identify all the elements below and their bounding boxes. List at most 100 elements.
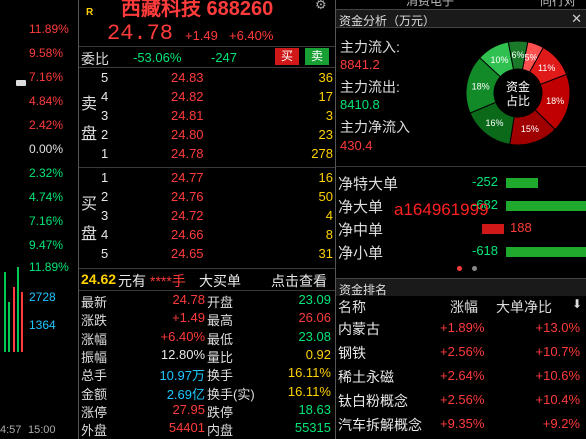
ranking-row[interactable]: 钛白粉概念 +2.56% +10.4% <box>336 390 586 412</box>
stat-label: 总手 <box>81 368 108 384</box>
ask-row[interactable]: 5 24.83 36 <box>99 70 335 89</box>
level-price: 24.66 <box>171 227 204 242</box>
level: 3 <box>101 208 109 223</box>
bid-row[interactable]: 3 24.72 4 <box>99 208 335 227</box>
ranking-row[interactable]: 稀土永磁 +2.64% +10.6% <box>336 366 586 388</box>
col-net[interactable]: 大单净比 <box>496 297 552 317</box>
stat-row: 涨停 27.95 跌停 18.63 <box>81 402 335 420</box>
ask-row[interactable]: 2 24.80 23 <box>99 127 335 146</box>
ask-row[interactable]: 1 24.78 278 <box>99 146 335 165</box>
level-volume: 3 <box>325 108 333 123</box>
stat-label: 涨幅 <box>81 331 108 347</box>
level-price: 24.78 <box>171 146 204 161</box>
donut-slice-label: 18% <box>546 96 564 106</box>
ranking-header: 资金排名 <box>339 283 388 297</box>
level: 1 <box>101 170 109 185</box>
level-volume: 278 <box>311 146 333 161</box>
scroll-handle[interactable] <box>16 80 26 86</box>
level: 5 <box>101 246 109 261</box>
volume-bar <box>17 267 19 352</box>
sell-side-label: 卖 盘 <box>81 96 98 143</box>
top-strip-peer[interactable]: 同行对 <box>540 0 576 9</box>
stat-value: 24.78 <box>172 292 205 307</box>
ranking-pct: +2.56% <box>440 392 485 407</box>
pager-dot[interactable] <box>472 266 477 271</box>
level: 4 <box>101 227 109 242</box>
ranking-row[interactable]: 钢铁 +2.56% +10.7% <box>336 342 586 364</box>
capital-header: 资金分析（万元） <box>339 14 436 28</box>
price-change: +1.49 <box>185 28 218 43</box>
vol-label-1: 2728 <box>29 290 56 304</box>
level-volume: 4 <box>325 208 333 223</box>
stat-label: 内盘 <box>207 423 234 439</box>
axis-label: 7.16% <box>29 70 64 84</box>
donut-center-label: 占比 <box>506 93 530 108</box>
pager-dot-active[interactable] <box>457 266 462 271</box>
stat-label: 外盘 <box>81 423 108 439</box>
top-strip-sector[interactable]: 消费电子 <box>406 0 454 9</box>
stat-label: 金额 <box>81 386 108 402</box>
ranking-row[interactable]: 汽车拆解概念 +9.35% +9.2% <box>336 414 586 436</box>
bid-row[interactable]: 1 24.77 16 <box>99 170 335 189</box>
close-icon[interactable]: ✕ <box>571 11 582 27</box>
level-price: 24.80 <box>171 127 204 142</box>
stat-label: 最新 <box>81 295 108 310</box>
settings-icon[interactable]: ⚙ <box>315 0 327 13</box>
bid-row[interactable]: 5 24.65 31 <box>99 246 335 265</box>
level-price: 24.82 <box>171 89 204 104</box>
ranking-pct: +2.64% <box>440 368 485 383</box>
level: 5 <box>101 70 109 85</box>
flow-label: 净大单 <box>338 199 384 216</box>
donut-slice-label: 18% <box>472 81 490 91</box>
donut-slice-label: 6% <box>511 50 524 60</box>
level-price: 24.72 <box>171 208 204 223</box>
capital-header-bar: 资金分析（万元） ✕ <box>336 9 586 28</box>
bid-row[interactable]: 2 24.76 50 <box>99 189 335 208</box>
col-pct[interactable]: 涨幅 <box>450 297 478 317</box>
sell-button[interactable]: 卖 <box>305 48 329 65</box>
level-price: 24.81 <box>171 108 204 123</box>
inflow-value: 8841.2 <box>340 57 380 72</box>
ranking-net: +13.0% <box>535 320 580 335</box>
price-chart-axis: 11.89% 9.58% 7.16% 4.84% 2.42% 0.00% 2.32% 4.74… <box>0 0 78 439</box>
axis-label: 11.89% <box>29 22 69 36</box>
bid-row[interactable]: 4 24.66 8 <box>99 227 335 246</box>
stat-value: 10.97万 <box>159 368 205 384</box>
sort-arrow-icon[interactable]: ⬇ <box>572 297 582 311</box>
level-volume: 23 <box>318 127 333 142</box>
stat-value: 2.69亿 <box>166 386 205 402</box>
ranking-pct: +1.89% <box>440 320 485 335</box>
stat-label: 开盘 <box>207 295 234 310</box>
ranking-net: +10.7% <box>535 344 580 359</box>
axis-label: 11.89% <box>29 260 69 274</box>
ask-row[interactable]: 4 24.82 17 <box>99 89 335 108</box>
stat-label: 换手 <box>207 368 234 384</box>
level: 2 <box>101 189 109 204</box>
view-big-order-link[interactable]: 点击查看 <box>271 271 327 291</box>
level: 2 <box>101 127 109 142</box>
flow-label: 净中单 <box>338 222 384 239</box>
ranking-net: +10.6% <box>535 368 580 383</box>
ranking-net: +10.4% <box>535 392 580 407</box>
ranking-row[interactable]: 内蒙古 +1.89% +13.0% <box>336 318 586 340</box>
flow-value: 188 <box>510 220 532 235</box>
stat-row: 涨幅 +6.40% 最低 23.08 <box>81 329 335 347</box>
stat-value: 18.63 <box>298 401 331 417</box>
ask-row[interactable]: 3 24.81 3 <box>99 108 335 127</box>
inflow-label: 主力流入: <box>340 39 400 55</box>
ranking-header-bar: 资金排名 <box>336 278 586 297</box>
right-panel: 消费电子 同行对 资金分析（万元） ✕ 主力流入: 8841.2 主力流出: 8… <box>336 0 586 439</box>
buy-button[interactable]: 买 <box>275 48 299 65</box>
stat-value: 26.06 <box>298 310 331 326</box>
flow-value: -618 <box>472 243 499 258</box>
axis-label: 4.74% <box>29 190 64 204</box>
big-order-label: 大买单 <box>199 273 241 289</box>
stat-label: 振幅 <box>81 349 108 365</box>
flow-row: 净中单 188 <box>336 218 586 240</box>
stat-row: 金额 2.69亿 换手(实) 16.11% <box>81 384 335 402</box>
flow-bar <box>506 247 586 257</box>
price-change-pct: +6.40% <box>229 28 274 43</box>
col-name[interactable]: 名称 <box>338 297 366 317</box>
donut-center-label: 资金 <box>506 79 530 94</box>
ranking-name: 汽车拆解概念 <box>338 417 422 433</box>
